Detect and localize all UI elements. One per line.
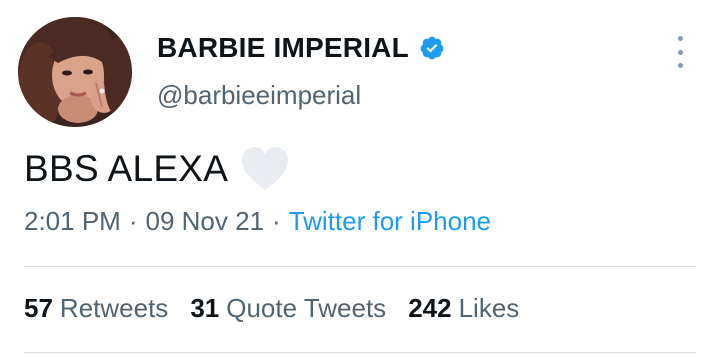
more-dot-icon: [677, 63, 683, 68]
likes-count: 242: [408, 293, 452, 323]
meta-separator: ·: [272, 206, 281, 236]
tweet-stats: 57 Retweets 31 Quote Tweets 242 Likes: [24, 293, 519, 324]
author-name-row: BARBIE IMPERIAL: [157, 32, 445, 64]
quote-tweets-count: 31: [190, 293, 220, 323]
more-dot-icon: [677, 49, 683, 55]
retweets-label: Retweets: [59, 293, 169, 323]
meta-separator: ·: [128, 206, 138, 236]
author-display-name[interactable]: BARBIE IMPERIAL: [157, 32, 409, 64]
likes-label: Likes: [458, 293, 520, 323]
author-handle[interactable]: @barbieeimperial: [157, 80, 361, 111]
white-heart-icon: [242, 147, 289, 190]
divider: [24, 352, 696, 353]
tweet-date[interactable]: 09 Nov 21: [146, 206, 265, 236]
verified-badge-icon: [420, 36, 444, 60]
tweet-body: BBS ALEXA: [24, 148, 229, 189]
tweet-card: BARBIE IMPERIAL @barbieeimperial BBS ALE…: [0, 0, 720, 357]
retweets-count: 57: [24, 293, 53, 323]
avatar-image: [18, 17, 132, 127]
divider: [24, 266, 696, 267]
more-options-button[interactable]: [668, 36, 692, 68]
likes-stat[interactable]: 242 Likes: [408, 293, 519, 324]
avatar[interactable]: [18, 17, 132, 127]
tweet-text: BBS ALEXA: [24, 146, 290, 192]
more-dot-icon: [677, 36, 683, 41]
retweets-stat[interactable]: 57 Retweets: [24, 293, 168, 324]
quote-tweets-label: Quote Tweets: [226, 293, 387, 323]
tweet-meta: 2:01 PM · 09 Nov 21 · Twitter for iPhone: [24, 206, 491, 237]
tweet-time[interactable]: 2:01 PM: [24, 206, 121, 236]
quote-tweets-stat[interactable]: 31 Quote Tweets: [190, 293, 386, 324]
tweet-source-link[interactable]: Twitter for iPhone: [289, 206, 491, 236]
